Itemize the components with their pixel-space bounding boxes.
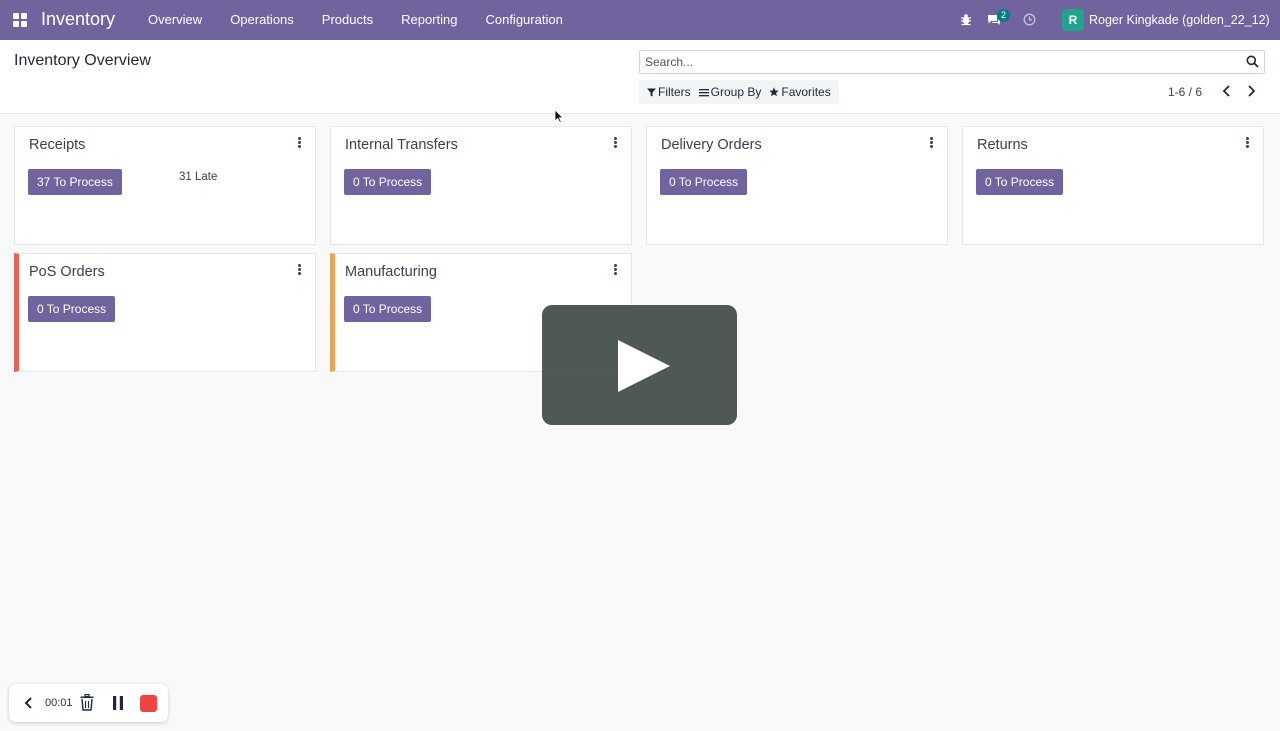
kebab-menu-icon[interactable] [614,264,618,276]
recording-time: 00:01 [45,697,73,709]
kebab-menu-icon[interactable] [298,137,302,149]
menu-item-overview[interactable]: Overview [134,0,216,40]
kebab-menu-icon[interactable] [614,137,618,149]
search-input[interactable] [640,51,1236,73]
star-icon [769,87,780,97]
app-brand[interactable]: Inventory [41,9,115,30]
search-box [639,50,1265,74]
screen-recorder-toolbar: 00:01 [9,684,168,722]
card-title[interactable]: PoS Orders [29,264,105,280]
card-pos-orders[interactable]: PoS Orders 0 To Process [14,253,316,372]
card-receipts[interactable]: Receipts 37 To Process 31 Late [14,126,316,245]
filters-button[interactable]: Filters [643,80,695,104]
control-panel: Inventory Overview Filters Group By Favo… [0,40,1280,114]
search-panel-toggles: Filters Group By Favorites [639,80,839,104]
clock-icon[interactable] [1023,13,1036,26]
pager-value[interactable]: 1-6 / 6 [1168,85,1202,99]
user-name[interactable]: Roger Kingkade (golden_22_12) [1089,13,1270,27]
card-delivery-orders[interactable]: Delivery Orders 0 To Process [646,126,948,245]
top-navbar: Inventory Overview Operations Products R… [0,0,1280,40]
filter-icon [647,88,656,96]
card-title[interactable]: Receipts [29,137,85,153]
card-title[interactable]: Returns [977,137,1028,153]
card-title[interactable]: Delivery Orders [661,137,762,153]
video-play-button[interactable] [542,305,737,425]
bug-icon[interactable] [960,13,972,26]
to-process-button[interactable]: 0 To Process [976,169,1064,195]
group-by-label: Group By [710,85,762,99]
apps-grid-icon[interactable] [13,13,27,27]
menu-item-reporting[interactable]: Reporting [387,0,471,40]
favorites-label: Favorites [781,85,831,99]
page-title: Inventory Overview [14,52,151,69]
search-icon[interactable] [1246,55,1259,68]
stop-recording-button[interactable] [140,695,157,712]
menu-item-configuration[interactable]: Configuration [471,0,576,40]
filters-label: Filters [658,85,691,99]
chevron-right-icon[interactable] [1245,84,1257,98]
chat-count-badge: 2 [997,9,1010,22]
to-process-button[interactable]: 0 To Process [28,296,116,322]
late-link[interactable]: 31 Late [179,171,217,183]
list-icon [698,88,709,96]
to-process-button[interactable]: 0 To Process [344,296,432,322]
card-internal-transfers[interactable]: Internal Transfers 0 To Process [330,126,632,245]
card-returns[interactable]: Returns 0 To Process [962,126,1264,245]
kebab-menu-icon[interactable] [930,137,934,149]
card-title[interactable]: Manufacturing [345,264,437,280]
avatar[interactable]: R [1062,9,1084,31]
mouse-cursor-icon [554,109,564,124]
to-process-button[interactable]: 0 To Process [344,169,432,195]
menu-item-operations[interactable]: Operations [216,0,308,40]
chevron-left-icon[interactable] [24,696,33,710]
favorites-button[interactable]: Favorites [765,80,834,104]
play-icon [618,340,670,392]
main-menu: Overview Operations Products Reporting C… [134,0,577,40]
chevron-left-icon[interactable] [1221,84,1233,98]
kebab-menu-icon[interactable] [298,264,302,276]
group-by-button[interactable]: Group By [695,80,766,104]
to-process-button[interactable]: 0 To Process [660,169,748,195]
trash-icon[interactable] [80,694,94,711]
pause-icon[interactable] [112,696,124,710]
to-process-button[interactable]: 37 To Process [28,169,122,195]
card-title[interactable]: Internal Transfers [345,137,458,153]
kebab-menu-icon[interactable] [1246,137,1250,149]
menu-item-products[interactable]: Products [308,0,387,40]
